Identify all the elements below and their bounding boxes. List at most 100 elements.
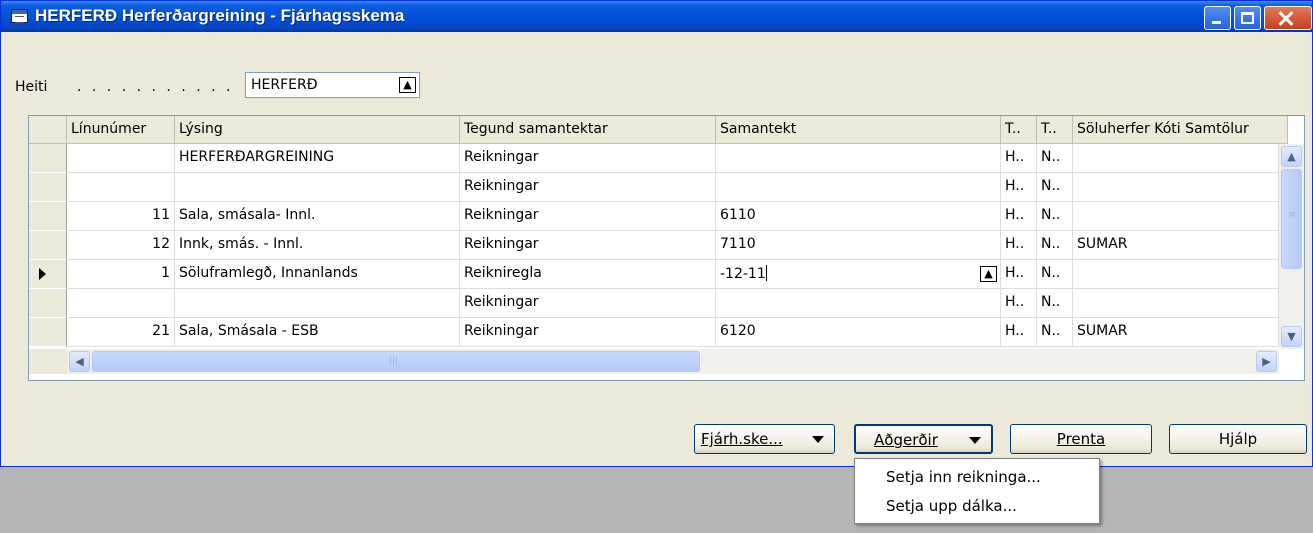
cell-t1[interactable]: H..	[1001, 231, 1037, 260]
horizontal-scroll-thumb[interactable]: |||	[92, 351, 700, 372]
cell-t2[interactable]: N..	[1037, 173, 1073, 202]
cell-samantekt-value[interactable]: -12-11	[720, 266, 766, 282]
cell-linunumer[interactable]: 12	[67, 231, 175, 260]
cell-lysing[interactable]	[175, 289, 460, 318]
cell-t2[interactable]: N..	[1037, 289, 1073, 318]
title-bar[interactable]: HERFERÐ Herferðargreining - Fjárhagsskem…	[1, 1, 1312, 32]
cell-tegund[interactable]: Reikniregla	[460, 260, 716, 289]
column-header-linunumer[interactable]: Línunúmer	[67, 116, 175, 144]
cell-samantekt-editing[interactable]: -12-11 ▲	[716, 260, 1001, 289]
cell-t1[interactable]: H..	[1001, 260, 1037, 289]
cell-t1[interactable]: H..	[1001, 173, 1037, 202]
minimize-button[interactable]	[1204, 6, 1231, 30]
row-selector[interactable]	[29, 173, 67, 202]
cell-linunumer[interactable]	[67, 144, 175, 173]
cell-soluherfer[interactable]	[1073, 202, 1279, 231]
scroll-up-icon[interactable]: ▲	[1281, 146, 1302, 167]
cell-soluherfer[interactable]: SUMAR	[1073, 318, 1279, 347]
row-selector[interactable]	[29, 289, 67, 318]
menu-item-setja-inn-reikninga[interactable]: Setja inn reikninga...	[886, 468, 1041, 486]
lookup-arrow-icon[interactable]: ▲	[980, 266, 997, 282]
adgerdir-button[interactable]: Aðgerðir	[854, 424, 993, 454]
row-selector[interactable]	[29, 231, 67, 260]
prenta-button[interactable]: Prenta	[1010, 424, 1152, 454]
scroll-left-icon[interactable]: ◀	[69, 351, 90, 372]
row-selector[interactable]	[29, 318, 67, 347]
cell-t2[interactable]: N..	[1037, 144, 1073, 173]
cell-lysing[interactable]: Söluframlegð, Innanlands	[175, 260, 460, 289]
column-header-t2[interactable]: T..	[1037, 116, 1073, 144]
cell-soluherfer[interactable]: SUMAR	[1073, 231, 1279, 260]
cell-t2[interactable]: N..	[1037, 202, 1073, 231]
row-selector-current[interactable]	[29, 260, 67, 289]
cell-t1[interactable]: H..	[1001, 202, 1037, 231]
scroll-right-icon[interactable]: ▶	[1256, 351, 1277, 372]
menu-item-setja-upp-dalka[interactable]: Setja upp dálka...	[886, 497, 1017, 515]
cell-tegund[interactable]: Reikningar	[460, 202, 716, 231]
maximize-button[interactable]	[1234, 6, 1261, 30]
cell-tegund[interactable]: Reikningar	[460, 231, 716, 260]
cell-samantekt[interactable]	[716, 144, 1001, 173]
cell-t2[interactable]: N..	[1037, 231, 1073, 260]
fjarh-ske-button[interactable]: Fjárh.ske...	[694, 424, 835, 454]
cell-t1[interactable]: H..	[1001, 318, 1037, 347]
table-row-current[interactable]: 1 Söluframlegð, Innanlands Reikniregla -…	[29, 260, 1279, 289]
column-header-lysing[interactable]: Lýsing	[175, 116, 460, 144]
prenta-label: Prenta	[1056, 430, 1106, 448]
form-icon	[11, 9, 28, 23]
heiti-field[interactable]: ▲	[245, 72, 420, 98]
column-header-tegund[interactable]: Tegund samantektar	[460, 116, 716, 144]
cell-samantekt[interactable]	[716, 173, 1001, 202]
cell-lysing[interactable]: HERFERÐARGREINING	[175, 144, 460, 173]
chevron-down-icon	[969, 437, 981, 444]
cell-lysing[interactable]: Sala, smásala- Innl.	[175, 202, 460, 231]
column-header-soluherfer[interactable]: Söluherfer Kóti Samtölur	[1073, 116, 1288, 144]
cell-samantekt[interactable]: 7110	[716, 231, 1001, 260]
cell-t2[interactable]: N..	[1037, 260, 1073, 289]
cell-lysing[interactable]: Sala, Smásala - ESB	[175, 318, 460, 347]
schema-grid[interactable]: Línunúmer Lýsing Tegund samantektar Sama…	[28, 115, 1305, 381]
cell-linunumer[interactable]: 11	[67, 202, 175, 231]
table-row[interactable]: 21 Sala, Smásala - ESB Reikningar 6120 H…	[29, 318, 1279, 347]
cell-soluherfer[interactable]	[1073, 289, 1279, 318]
column-header-samantekt[interactable]: Samantekt	[716, 116, 1001, 144]
cell-soluherfer[interactable]	[1073, 173, 1279, 202]
close-button[interactable]	[1264, 6, 1312, 30]
table-row[interactable]: 12 Innk, smás. - Innl. Reikningar 7110 H…	[29, 231, 1279, 260]
cell-linunumer[interactable]	[67, 173, 175, 202]
cell-soluherfer[interactable]	[1073, 144, 1279, 173]
cell-tegund[interactable]: Reikningar	[460, 289, 716, 318]
vertical-scroll-thumb[interactable]: ≡	[1281, 169, 1302, 269]
heiti-input[interactable]	[246, 73, 386, 97]
table-row[interactable]: Reikningar H.. N..	[29, 289, 1279, 318]
row-selector[interactable]	[29, 202, 67, 231]
cell-linunumer[interactable]: 1	[67, 260, 175, 289]
cell-samantekt[interactable]: 6120	[716, 318, 1001, 347]
cell-lysing[interactable]: Innk, smás. - Innl.	[175, 231, 460, 260]
cell-lysing[interactable]	[175, 173, 460, 202]
cell-t2[interactable]: N..	[1037, 318, 1073, 347]
vertical-scrollbar[interactable]: ▲ ≡ ▼	[1279, 144, 1304, 349]
scroll-down-icon[interactable]: ▼	[1281, 326, 1302, 347]
row-selector[interactable]	[29, 144, 67, 173]
cell-t1[interactable]: H..	[1001, 289, 1037, 318]
column-header-t1[interactable]: T..	[1001, 116, 1037, 144]
scroll-corner	[29, 349, 67, 374]
table-row[interactable]: 11 Sala, smásala- Innl. Reikningar 6110 …	[29, 202, 1279, 231]
cell-soluherfer[interactable]	[1073, 260, 1279, 289]
cell-tegund[interactable]: Reikningar	[460, 173, 716, 202]
adgerdir-menu: Setja inn reikninga... Setja upp dálka..…	[854, 458, 1100, 524]
cell-t1[interactable]: H..	[1001, 144, 1037, 173]
cell-tegund[interactable]: Reikningar	[460, 318, 716, 347]
cell-linunumer[interactable]	[67, 289, 175, 318]
cell-tegund[interactable]: Reikningar	[460, 144, 716, 173]
cell-samantekt[interactable]	[716, 289, 1001, 318]
table-row[interactable]: Reikningar H.. N..	[29, 173, 1279, 202]
cell-linunumer[interactable]: 21	[67, 318, 175, 347]
main-window: HERFERÐ Herferðargreining - Fjárhagsskem…	[0, 0, 1313, 467]
hjalp-button[interactable]: Hjálp	[1169, 424, 1307, 454]
lookup-arrow-icon[interactable]: ▲	[399, 77, 416, 93]
cell-samantekt[interactable]: 6110	[716, 202, 1001, 231]
table-row[interactable]: HERFERÐARGREINING Reikningar H.. N..	[29, 144, 1279, 173]
horizontal-scrollbar[interactable]: ◀ ||| ▶	[67, 349, 1279, 374]
